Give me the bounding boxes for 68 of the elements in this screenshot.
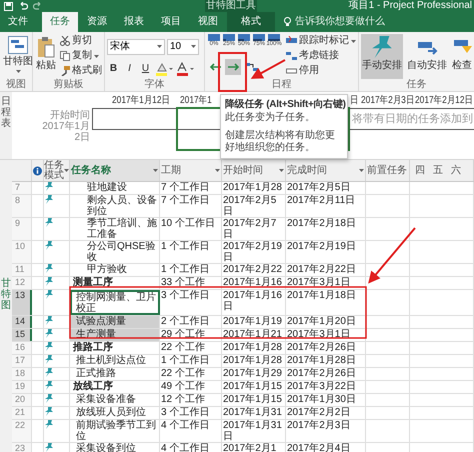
finish-date-cell: 2017年1月20日: [286, 316, 366, 328]
finish-date-cell: 2017年2月3日: [286, 420, 366, 442]
duration-cell: 22 个工作: [160, 342, 222, 354]
group-label: 视图: [5, 79, 27, 91]
gantt-day-label: 四: [415, 164, 425, 176]
finish-date-cell: 2017年2月22日: [286, 264, 366, 276]
duration-cell: 22 个工作: [160, 368, 222, 380]
duration-cell: 3 个工作日: [160, 407, 222, 419]
timeline-date-label: 2017年2月12日: [415, 95, 473, 107]
timeline-date-label: 2017年1: [180, 95, 212, 107]
start-date-cell: 2017年2月19日: [222, 241, 286, 263]
timeline-date-label: 日: [350, 95, 358, 107]
start-date-cell: 2017年1月28: [222, 182, 286, 194]
finish-date-cell: 2017年2月11日: [286, 195, 366, 217]
duration-cell: 7 个工作日: [160, 195, 222, 217]
start-date-cell: 2017年2月5日: [222, 195, 286, 217]
start-date-cell: 2017年1月15: [222, 381, 286, 393]
finish-date-cell: 2017年2月26日: [286, 342, 366, 354]
group-label: 日程: [270, 79, 292, 91]
duration-cell: 3 个工作日: [160, 290, 222, 315]
duration-cell: 1 个工作日: [160, 241, 222, 263]
gantt-day-label: 五: [433, 164, 443, 176]
start-date-cell: 2017年2月7日: [222, 218, 286, 240]
duration-cell: 10 个工作日: [160, 218, 222, 240]
duration-cell: 2 个工作日: [160, 316, 222, 328]
duration-cell: 1 个工作日: [160, 355, 222, 367]
timeline-start-label: 开始时间 2017年1月2日: [41, 110, 90, 143]
duration-cell: 4 个工作日: [160, 443, 222, 452]
group-label: 字体: [144, 79, 166, 91]
finish-date-cell: 2017年3月22日: [286, 381, 366, 393]
start-date-cell: 2017年1月19: [222, 316, 286, 328]
start-date-cell: 2017年1月16: [222, 277, 286, 289]
window-title: 项目1 - Project Professional: [348, 0, 473, 12]
gantt-day-label: 六: [451, 164, 461, 176]
group-label: 任务: [406, 79, 428, 91]
start-date-cell: 2017年1月15: [222, 394, 286, 406]
start-date-cell: 2017年1月28: [222, 342, 286, 354]
start-date-cell: 2017年2月1: [222, 443, 286, 452]
duration-cell: 33 个工作: [160, 277, 222, 289]
finish-date-cell: 2017年2月4日: [286, 443, 366, 452]
timeline-date-label: 2017年2月3日: [361, 95, 414, 107]
finish-date-cell: 2017年2月19日: [286, 241, 366, 263]
duration-cell: 1 个工作日: [160, 264, 222, 276]
finish-date-cell: 2017年2月26日: [286, 368, 366, 380]
duration-cell: 49 个工作: [160, 381, 222, 393]
start-date-cell: 2017年1月28: [222, 355, 286, 367]
tooltip: 降级任务 (Alt+Shift+向右键) 此任务变为子任务。 创建层次结构将有助您更好地组织您的任务。: [220, 94, 348, 159]
timeline-side-label: 日程表: [1, 96, 11, 129]
duration-cell: 12 个工作: [160, 394, 222, 406]
duration-cell: 7 个工作日: [160, 182, 222, 194]
finish-date-cell: 2017年2月18日: [286, 218, 366, 240]
duration-cell: 29 个工作: [160, 329, 222, 341]
duration-cell: 4 个工作日: [160, 420, 222, 442]
view-side-label: 甘特图: [1, 278, 11, 311]
start-date-cell: 2017年1月31: [222, 407, 286, 419]
start-date-cell: 2017年1月29: [222, 368, 286, 380]
start-date-cell: 2017年1月31日: [222, 420, 286, 442]
finish-date-cell: 2017年3月1日: [286, 277, 366, 289]
group-label: 剪贴板: [52, 79, 84, 91]
finish-date-cell: 2017年1月18日: [286, 290, 366, 315]
finish-date-cell: 2017年2月2日: [286, 407, 366, 419]
start-date-cell: 2017年2月22: [222, 264, 286, 276]
finish-date-cell: 2017年1月30日: [286, 394, 366, 406]
finish-date-cell: 2017年2月5日: [286, 182, 366, 194]
start-date-cell: 2017年1月16日: [222, 290, 286, 315]
contextual-tab-group-label: 甘特图工具: [205, 0, 257, 12]
finish-date-cell: 2017年1月28日: [286, 355, 366, 367]
timeline-date-label: 2017年1月12日: [112, 95, 170, 107]
